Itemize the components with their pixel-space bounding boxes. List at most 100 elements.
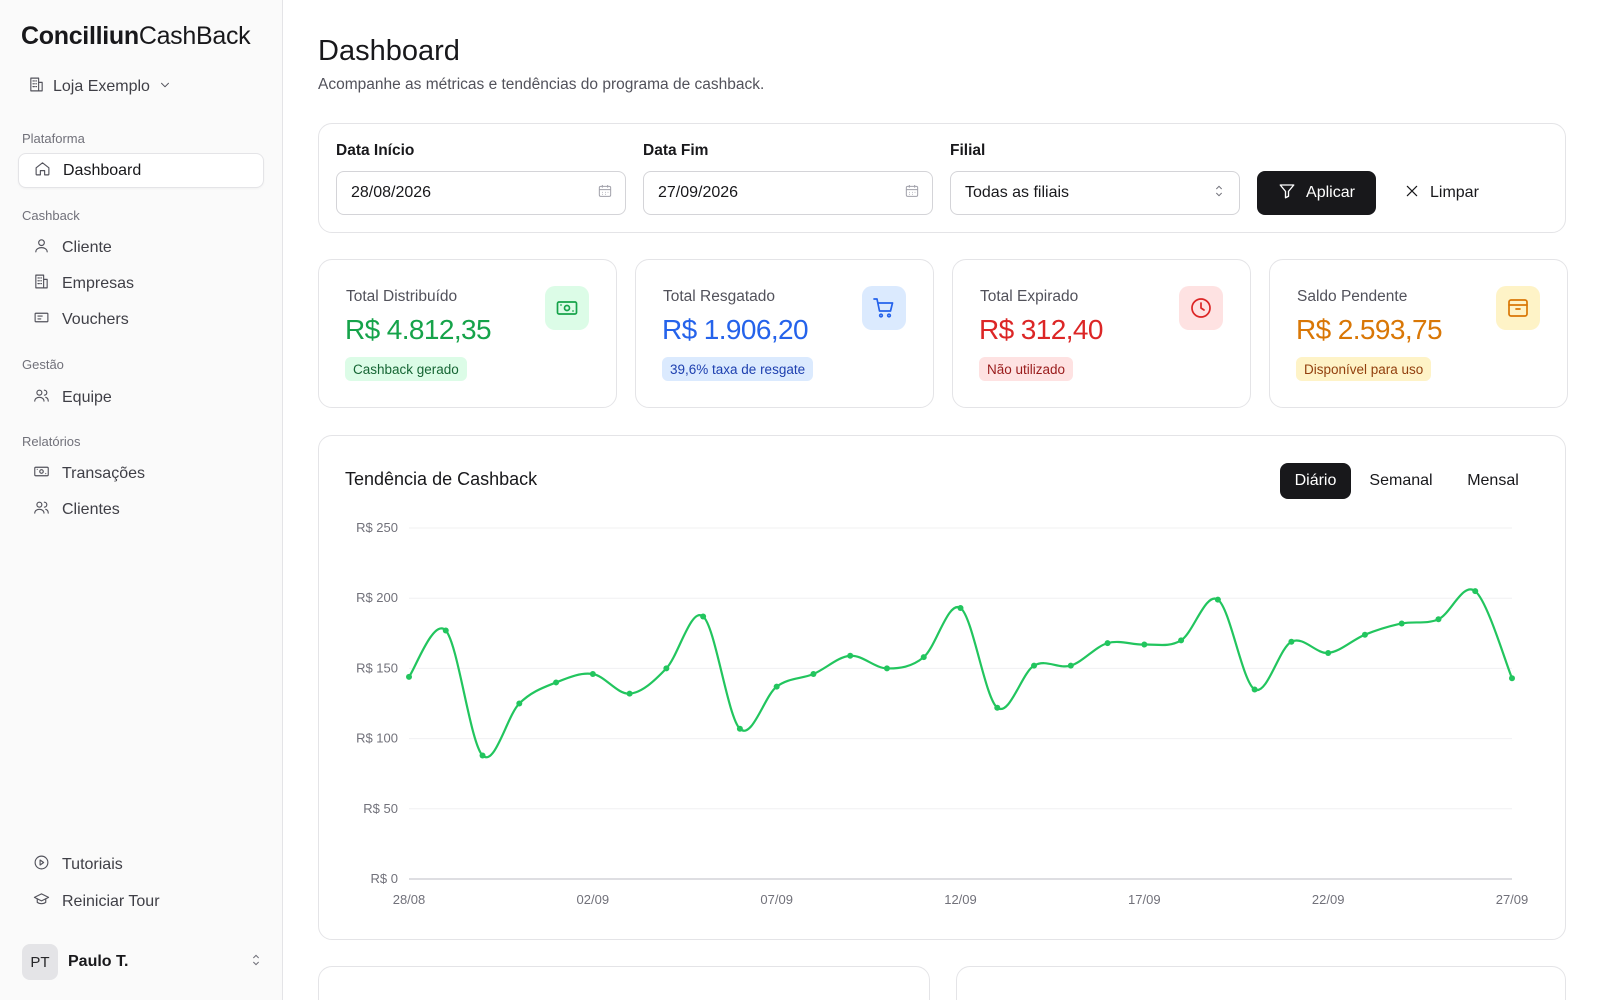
data-point: [994, 704, 1001, 711]
clear-button-label: Limpar: [1430, 184, 1479, 201]
play-circle-icon: [33, 854, 50, 876]
series-line: [408, 588, 1514, 759]
ticket-icon: [33, 309, 50, 331]
sidebar-item-label: Transações: [62, 464, 145, 482]
sidebar-item-reiniciar-tour[interactable]: Reiniciar Tour: [18, 884, 264, 919]
data-point: [1031, 662, 1038, 669]
sidebar-item-label: Vouchers: [62, 310, 129, 328]
kpi-card-saldo-pendente: Saldo Pendente R$ 2.593,75 Disponível pa…: [1269, 259, 1568, 408]
kpi-label: Saldo Pendente: [1297, 288, 1408, 305]
branch-value: Todas as filiais: [965, 184, 1070, 201]
sidebar-item-vouchers[interactable]: Vouchers: [18, 302, 264, 337]
data-point: [1104, 640, 1111, 647]
data-point: [847, 652, 854, 659]
kpi-card-total-resgatado: Total Resgatado R$ 1.906,20 39,6% taxa d…: [635, 259, 934, 408]
kpi-value: R$ 4.812,35: [345, 314, 492, 345]
banknote-icon: [545, 286, 589, 330]
start-date-value: 28/08/2026: [351, 184, 432, 201]
data-point: [442, 627, 449, 634]
branch-label: Filial: [950, 142, 986, 159]
start-date-label: Data Início: [336, 142, 415, 159]
end-date-input[interactable]: 27/09/2026: [643, 171, 933, 215]
data-point: [700, 613, 707, 620]
clock-icon: [1179, 286, 1223, 330]
filter-icon: [1278, 182, 1296, 205]
sidebar-item-label: Reiniciar Tour: [62, 892, 160, 910]
data-point: [1398, 620, 1405, 627]
section-label-relatorios: Relatórios: [22, 434, 81, 449]
kpi-badge: Não utilizado: [979, 357, 1074, 381]
sidebar-item-cliente[interactable]: Cliente: [18, 230, 264, 265]
cashback-trend-chart: R$ 0 R$ 50 R$ 100 R$ 150 R$ 200 R$ 250 28/08 02…: [356, 520, 1528, 907]
section-label-plataforma: Plataforma: [22, 131, 85, 146]
store-selector[interactable]: Loja Exemplo: [28, 76, 172, 98]
data-point: [957, 605, 964, 612]
user-name: Paulo T.: [68, 953, 129, 970]
brand-name-light: CashBack: [138, 22, 251, 50]
cart-icon: [862, 286, 906, 330]
y-tick-label: R$ 200: [356, 590, 398, 605]
apply-button[interactable]: Aplicar: [1257, 171, 1376, 215]
sidebar-item-transacoes[interactable]: Transações: [18, 456, 264, 491]
data-point: [883, 665, 890, 672]
sidebar-item-label: Empresas: [62, 274, 135, 292]
user-menu[interactable]: PT Paulo T.: [22, 944, 264, 980]
data-point: [1251, 686, 1258, 693]
apply-button-label: Aplicar: [1306, 184, 1355, 201]
start-date-input[interactable]: 28/08/2026: [336, 171, 626, 215]
calendar-icon: [904, 183, 920, 204]
data-point: [553, 679, 560, 686]
users-icon: [33, 387, 50, 409]
sidebar-item-dashboard[interactable]: Dashboard: [18, 153, 264, 188]
y-tick-label: R$ 250: [356, 520, 398, 535]
kpi-badge: 39,6% taxa de resgate: [662, 357, 814, 381]
kpi-value: R$ 1.906,20: [662, 314, 809, 345]
home-icon: [34, 160, 51, 182]
data-point: [810, 671, 817, 678]
building-icon: [33, 273, 50, 295]
x-tick-label: 22/09: [1312, 892, 1345, 907]
sidebar-item-label: Tutoriais: [62, 855, 123, 873]
sidebar-item-equipe[interactable]: Equipe: [18, 380, 264, 415]
sidebar-item-clientes[interactable]: Clientes: [18, 492, 264, 527]
kpi-value: R$ 312,40: [979, 314, 1103, 345]
kpi-badge: Disponível para uso: [1296, 357, 1432, 381]
end-date-label: Data Fim: [643, 142, 709, 159]
close-icon: [1404, 183, 1420, 204]
sidebar: ConcilliunCashBack Loja Exemplo Platafor…: [0, 0, 283, 1000]
y-tick-label: R$ 0: [371, 871, 398, 886]
section-label-cashback: Cashback: [22, 208, 80, 223]
data-point: [920, 654, 927, 661]
data-point: [479, 752, 486, 759]
data-point: [1067, 662, 1074, 669]
calendar-icon: [597, 183, 613, 204]
chevrons-up-down-icon: [248, 952, 264, 973]
wallet-icon: [1496, 286, 1540, 330]
brand-logo[interactable]: ConcilliunCashBack: [21, 22, 251, 51]
branch-select[interactable]: Todas as filiais: [950, 171, 1240, 215]
data-point: [1435, 616, 1442, 623]
y-tick-label: R$ 100: [356, 731, 398, 746]
store-name: Loja Exemplo: [53, 78, 150, 95]
data-point: [516, 700, 523, 707]
data-point: [406, 673, 412, 680]
data-point: [1178, 637, 1185, 644]
section-label-gestao: Gestão: [22, 357, 64, 372]
chevrons-up-down-icon: [1211, 183, 1227, 204]
data-point: [589, 671, 596, 678]
cashback-trend-card: Tendência de Cashback Diário Semanal Men…: [318, 435, 1566, 940]
y-tick-label: R$ 150: [356, 660, 398, 675]
brand-name-bold: Concilliun: [21, 22, 139, 50]
data-point: [663, 665, 670, 672]
avatar: PT: [22, 944, 58, 980]
data-point: [1214, 596, 1221, 603]
page-title: Dashboard: [318, 35, 460, 67]
kpi-card-total-expirado: Total Expirado R$ 312,40 Não utilizado: [952, 259, 1251, 408]
data-point: [1472, 588, 1479, 595]
sidebar-item-tutoriais[interactable]: Tutoriais: [18, 847, 264, 882]
clear-button[interactable]: Limpar: [1404, 171, 1504, 215]
sidebar-item-empresas[interactable]: Empresas: [18, 266, 264, 301]
data-point: [1509, 675, 1515, 682]
data-point: [736, 725, 743, 732]
y-tick-label: R$ 50: [363, 801, 398, 816]
